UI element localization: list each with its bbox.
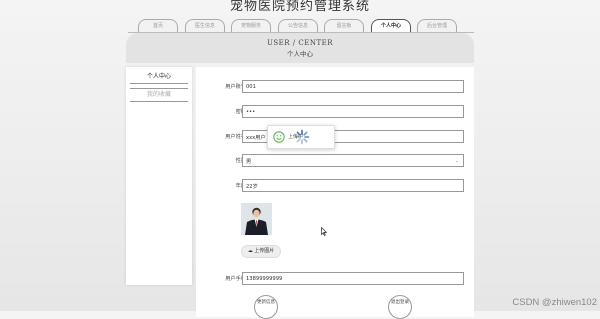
sidebar: 个人中心 我的收藏 — [126, 67, 192, 285]
watermark: CSDN @zhiwen102 — [512, 297, 597, 308]
section-banner: USER / CENTER 个人中心 — [126, 33, 474, 63]
age-input[interactable]: 22岁 — [242, 179, 464, 192]
banner-title-cn: 个人中心 — [287, 50, 313, 58]
nav-tab-services[interactable]: 宠物服务 — [231, 19, 271, 32]
banner-title-en: USER / CENTER — [266, 39, 334, 47]
age-row: 年龄 22岁 — [196, 179, 474, 193]
top-nav: 首页 医生信息 宠物服务 公告信息 留言板 个人中心 后台管理 — [138, 19, 464, 33]
nav-tab-doctors[interactable]: 医生信息 — [185, 19, 225, 32]
phone-row: 用户手机 13899999999 — [196, 272, 474, 286]
nav-tab-announcements[interactable]: 公告信息 — [278, 19, 318, 32]
nav-tab-user-center[interactable]: 个人中心 — [371, 19, 411, 32]
nav-tab-messages[interactable]: 留言板 — [324, 19, 364, 32]
logout-button[interactable]: 退出登录 — [388, 295, 412, 319]
sidebar-item-favorites[interactable]: 我的收藏 — [130, 88, 188, 102]
update-button[interactable]: 更新信息 — [254, 295, 278, 319]
site-title: 宠物医院预约管理系统 — [229, 0, 370, 14]
phone-input[interactable]: 13899999999 — [242, 272, 464, 285]
person-photo-icon — [241, 203, 272, 235]
upload-image-button[interactable]: ☁ 上传图片 — [241, 245, 281, 258]
account-row: 用户账号 001 — [196, 80, 474, 94]
name-row: 用户姓名 xxx用户 — [196, 130, 474, 144]
account-input[interactable]: 001 — [242, 80, 464, 93]
mouse-cursor-icon — [321, 227, 327, 236]
gender-value: 男 — [246, 159, 252, 165]
password-row: 密码 ••• — [196, 105, 474, 119]
upload-toast: 上传中 — [267, 125, 335, 149]
upload-button-label: 上传图片 — [254, 248, 275, 254]
avatar-photo — [241, 203, 272, 235]
nav-tab-home[interactable]: 首页 — [138, 19, 178, 32]
gender-row: 性别 男 ⌄ — [196, 154, 474, 168]
cloud-upload-icon: ☁ — [247, 248, 253, 254]
chevron-down-icon: ⌄ — [454, 158, 459, 164]
nav-tab-admin[interactable]: 后台管理 — [417, 19, 457, 32]
password-input[interactable]: ••• — [242, 105, 464, 118]
profile-form: 用户账号 001 密码 ••• 用户姓名 xxx用户 性别 男 ⌄ 年龄 22岁… — [196, 67, 474, 319]
loading-spinner-icon — [294, 129, 310, 145]
sidebar-item-user-center[interactable]: 个人中心 — [130, 71, 188, 84]
gender-select[interactable]: 男 ⌄ — [242, 154, 464, 167]
smile-success-icon — [273, 131, 285, 143]
